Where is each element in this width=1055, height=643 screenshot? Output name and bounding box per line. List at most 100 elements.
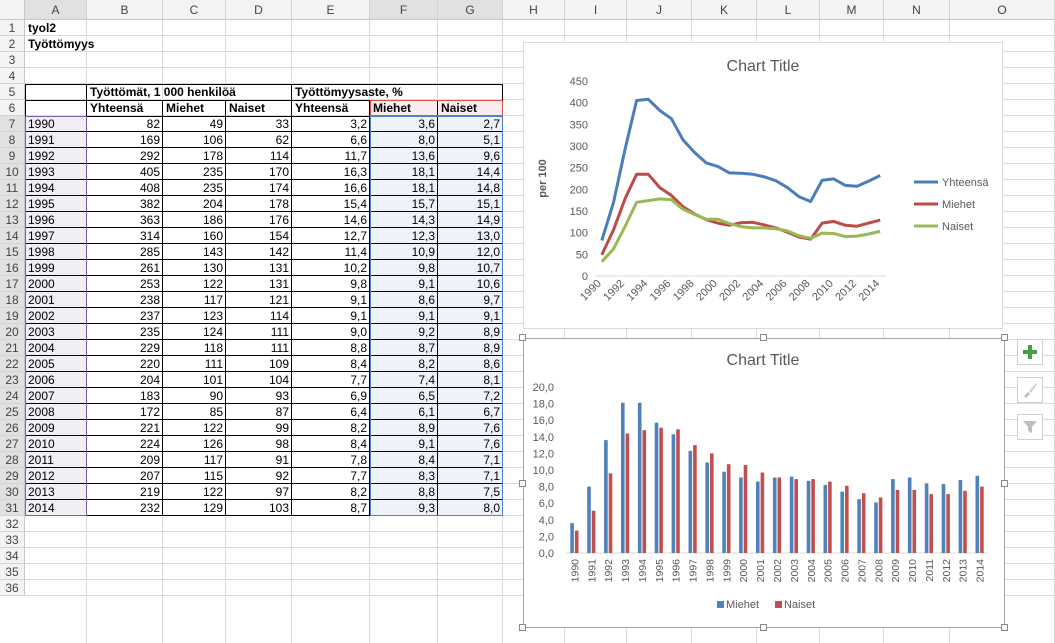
year-cell-2010[interactable]: 2010: [25, 436, 87, 452]
data-cell[interactable]: 82: [87, 116, 163, 132]
subheader-4[interactable]: Miehet: [370, 100, 438, 116]
row-header-35[interactable]: 35: [0, 564, 25, 580]
data-cell[interactable]: 122: [163, 420, 226, 436]
data-cell[interactable]: 93: [226, 388, 292, 404]
row-header-11[interactable]: 11: [0, 180, 25, 196]
resize-handle[interactable]: [1001, 624, 1008, 631]
data-cell[interactable]: 8,6: [438, 356, 503, 372]
data-cell[interactable]: 117: [163, 452, 226, 468]
row-header-4[interactable]: 4: [0, 68, 25, 84]
column-header-i[interactable]: I: [565, 0, 627, 20]
data-cell[interactable]: 111: [226, 324, 292, 340]
data-cell[interactable]: 154: [226, 228, 292, 244]
data-cell[interactable]: 122: [163, 276, 226, 292]
add-chart-element-button[interactable]: [1017, 339, 1043, 365]
data-cell[interactable]: 176: [226, 212, 292, 228]
row-header-12[interactable]: 12: [0, 196, 25, 212]
data-cell[interactable]: 142: [226, 244, 292, 260]
subheader-0[interactable]: Yhteensä: [87, 100, 163, 116]
data-cell[interactable]: 238: [87, 292, 163, 308]
row-header-32[interactable]: 32: [0, 516, 25, 532]
data-cell[interactable]: 8,2: [292, 420, 370, 436]
data-cell[interactable]: 6,6: [292, 132, 370, 148]
data-cell[interactable]: 7,1: [438, 468, 503, 484]
year-cell-1990[interactable]: 1990: [25, 116, 87, 132]
data-cell[interactable]: 126: [163, 436, 226, 452]
data-cell[interactable]: 115: [163, 468, 226, 484]
data-cell[interactable]: 124: [163, 324, 226, 340]
data-cell[interactable]: 18,1: [370, 164, 438, 180]
data-cell[interactable]: 14,3: [370, 212, 438, 228]
year-cell-2008[interactable]: 2008: [25, 404, 87, 420]
resize-handle[interactable]: [519, 624, 526, 631]
data-cell[interactable]: 9,8: [292, 276, 370, 292]
row-header-7[interactable]: 7: [0, 116, 25, 132]
data-cell[interactable]: 15,1: [438, 196, 503, 212]
data-cell[interactable]: 9,8: [370, 260, 438, 276]
row-header-36[interactable]: 36: [0, 580, 25, 596]
row-header-6[interactable]: 6: [0, 100, 25, 116]
data-cell[interactable]: 114: [226, 148, 292, 164]
data-cell[interactable]: 10,6: [438, 276, 503, 292]
data-cell[interactable]: 15,7: [370, 196, 438, 212]
data-cell[interactable]: 13,6: [370, 148, 438, 164]
column-header-o[interactable]: O: [950, 0, 1055, 20]
data-cell[interactable]: 9,1: [438, 308, 503, 324]
data-cell[interactable]: 169: [87, 132, 163, 148]
year-cell-1995[interactable]: 1995: [25, 196, 87, 212]
data-cell[interactable]: 8,2: [292, 484, 370, 500]
data-cell[interactable]: 7,6: [438, 436, 503, 452]
data-cell[interactable]: 18,1: [370, 180, 438, 196]
data-cell[interactable]: 92: [226, 468, 292, 484]
data-cell[interactable]: 11,4: [292, 244, 370, 260]
column-header-k[interactable]: K: [692, 0, 757, 20]
data-cell[interactable]: 111: [226, 340, 292, 356]
row-header-1[interactable]: 1: [0, 20, 25, 36]
year-cell-2004[interactable]: 2004: [25, 340, 87, 356]
data-cell[interactable]: 8,7: [292, 500, 370, 516]
data-cell[interactable]: 292: [87, 148, 163, 164]
row-header-19[interactable]: 19: [0, 308, 25, 324]
data-cell[interactable]: 90: [163, 388, 226, 404]
resize-handle[interactable]: [519, 334, 526, 341]
data-cell[interactable]: 87: [226, 404, 292, 420]
data-cell[interactable]: 9,1: [370, 308, 438, 324]
data-cell[interactable]: 14,9: [438, 212, 503, 228]
data-cell[interactable]: 99: [226, 420, 292, 436]
data-cell[interactable]: 7,4: [370, 372, 438, 388]
data-cell[interactable]: 8,0: [370, 132, 438, 148]
data-cell[interactable]: 237: [87, 308, 163, 324]
cell-a2[interactable]: Työttömyys: [25, 36, 145, 52]
data-cell[interactable]: 8,9: [438, 324, 503, 340]
data-cell[interactable]: 9,1: [292, 308, 370, 324]
data-cell[interactable]: 8,7: [370, 340, 438, 356]
resize-handle[interactable]: [1001, 480, 1008, 487]
row-header-8[interactable]: 8: [0, 132, 25, 148]
row-header-16[interactable]: 16: [0, 260, 25, 276]
cell-b5-header[interactable]: Työttömät, 1 000 henkilöä: [87, 84, 287, 100]
column-header-n[interactable]: N: [884, 0, 950, 20]
column-header-m[interactable]: M: [820, 0, 884, 20]
data-cell[interactable]: 235: [163, 180, 226, 196]
data-cell[interactable]: 14,6: [292, 212, 370, 228]
row-header-23[interactable]: 23: [0, 372, 25, 388]
data-cell[interactable]: 12,3: [370, 228, 438, 244]
data-cell[interactable]: 9,2: [370, 324, 438, 340]
row-header-33[interactable]: 33: [0, 532, 25, 548]
data-cell[interactable]: 8,2: [370, 356, 438, 372]
data-cell[interactable]: 8,8: [292, 340, 370, 356]
subheader-1[interactable]: Miehet: [163, 100, 226, 116]
data-cell[interactable]: 117: [163, 292, 226, 308]
row-header-17[interactable]: 17: [0, 276, 25, 292]
year-cell-2013[interactable]: 2013: [25, 484, 87, 500]
cell-a1[interactable]: tyol2: [25, 20, 145, 36]
data-cell[interactable]: 8,4: [292, 356, 370, 372]
resize-handle[interactable]: [760, 334, 767, 341]
data-cell[interactable]: 6,7: [438, 404, 503, 420]
subheader-2[interactable]: Naiset: [226, 100, 292, 116]
row-header-22[interactable]: 22: [0, 356, 25, 372]
row-header-29[interactable]: 29: [0, 468, 25, 484]
column-header-d[interactable]: D: [226, 0, 292, 20]
column-header-a[interactable]: A: [25, 0, 87, 20]
year-cell-2007[interactable]: 2007: [25, 388, 87, 404]
